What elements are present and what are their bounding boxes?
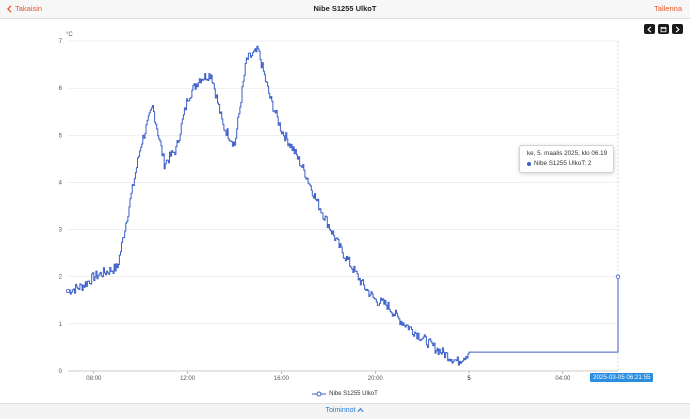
y-tick-label: 5: [59, 133, 63, 139]
y-tick-label: 2: [59, 275, 63, 281]
series-point: [66, 288, 71, 293]
x-axis-pointer-badge: 2025-03-05 06:21:55: [590, 373, 654, 382]
y-tick-label: 1: [59, 322, 63, 328]
chevron-up-icon: [357, 407, 365, 413]
x-tick-label: 16:00: [274, 376, 290, 382]
series-dot-icon: [527, 161, 531, 166]
x-tick-label: 5: [467, 376, 471, 382]
x-tick-label: 12:00: [180, 376, 196, 382]
y-tick-label: 7: [59, 39, 63, 45]
x-tick-label: 20:00: [368, 376, 384, 382]
actions-label: Toiminnot: [325, 407, 356, 414]
legend-label: Nibe S1255 UlkoT: [329, 391, 378, 397]
chart-tooltip: ke, 5. maalis 2025, klo 06.19 Nibe S1255…: [519, 145, 614, 173]
series-line: [68, 45, 619, 366]
chart-legend[interactable]: Nibe S1255 UlkoT: [0, 391, 690, 397]
y-tick-label: 0: [59, 369, 63, 375]
page-title: Nibe S1255 UlkoT: [313, 4, 377, 13]
top-bar: Takaisin Nibe S1255 UlkoT Tallenna: [0, 0, 690, 19]
line-chart[interactable]: 0 1 2 3 4 5 6 7°C 08:00 12:00 16:00 20:00 5 04:00: [0, 18, 690, 403]
y-tick-label: 6: [59, 86, 63, 92]
y-tick-label: 3: [59, 228, 63, 234]
save-button[interactable]: Tallenna: [654, 4, 682, 13]
tooltip-value: Nibe S1255 UlkoT: 2: [534, 160, 592, 167]
x-tick-label: 04:00: [555, 376, 571, 382]
bottom-bar: Toiminnot: [0, 403, 690, 419]
y-unit-label: °C: [66, 32, 73, 38]
actions-button[interactable]: Toiminnot: [0, 407, 690, 414]
tooltip-series-row: Nibe S1255 UlkoT: 2: [527, 160, 591, 167]
y-tick-label: 4: [59, 180, 63, 186]
tooltip-date: ke, 5. maalis 2025, klo 06.19: [527, 150, 608, 157]
x-tick-label: 08:00: [86, 376, 102, 382]
series-point: [615, 274, 621, 279]
legend-line-marker-icon: [312, 391, 327, 397]
